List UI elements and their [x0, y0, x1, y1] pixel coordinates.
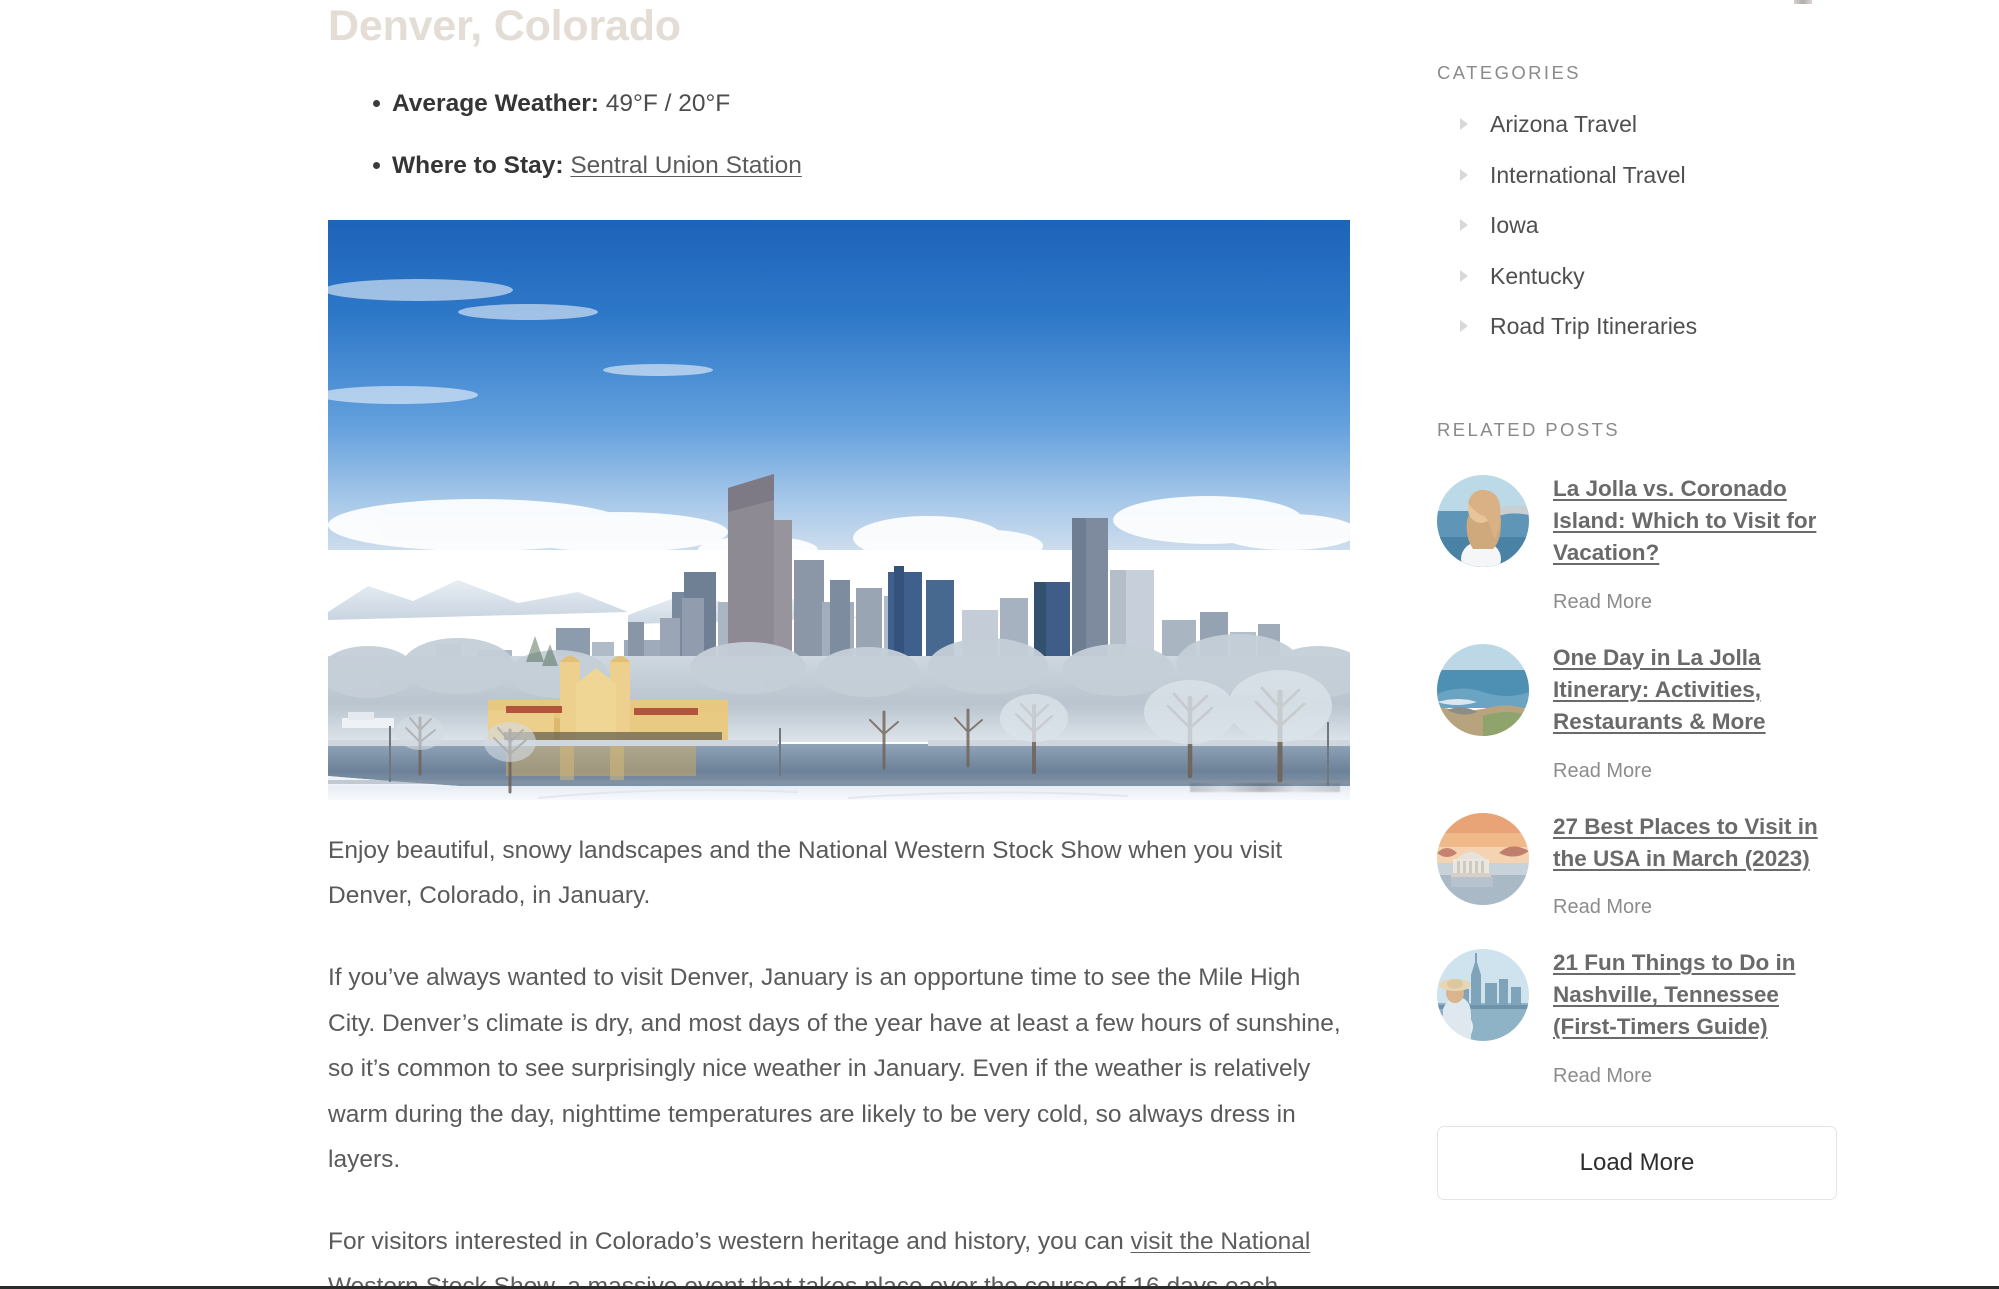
related-post-text: One Day in La Jolla Itinerary: Activitie… [1553, 640, 1847, 783]
read-more-link[interactable]: Read More [1553, 896, 1847, 919]
related-post-thumbnail[interactable] [1437, 643, 1529, 736]
related-post-title-link[interactable]: La Jolla vs. Coronado Island: Which to V… [1553, 476, 1816, 565]
sidebar-item-kentucky[interactable]: Kentucky [1437, 263, 1847, 291]
paragraph-climate: If you’ve always wanted to visit Denver,… [328, 964, 1341, 1174]
sentral-union-station-link[interactable]: Sentral Union Station [570, 152, 802, 179]
category-label: International Travel [1490, 161, 1686, 188]
related-post-text: 27 Best Places to Visit in the USA in Ma… [1553, 809, 1847, 920]
related-post-thumbnail[interactable] [1437, 949, 1529, 1042]
la-jolla-woman-beach-thumb-icon [1437, 474, 1529, 567]
hero-image-figure [328, 219, 1350, 800]
paragraph-stock-show: For visitors interested in Colorado’s we… [328, 1219, 1350, 1289]
load-more-button[interactable]: Load More [1437, 1126, 1837, 1201]
article-page: Denver, Colorado Average Weather: 49°F /… [0, 0, 1999, 1289]
related-post-thumbnail[interactable] [1437, 474, 1529, 567]
read-more-link[interactable]: Read More [1553, 760, 1847, 783]
article-column: Denver, Colorado Average Weather: 49°F /… [328, 0, 1350, 1289]
read-more-link[interactable]: Read More [1553, 1065, 1847, 1088]
related-posts-widget: RELATED POSTS La Jolla vs. Coronado Isla… [1437, 418, 1847, 1201]
categories-list: Arizona Travel International Travel Iowa… [1437, 111, 1847, 341]
fact-label: Average Weather: [392, 89, 599, 117]
fact-item-average-weather: Average Weather: 49°F / 20°F [328, 86, 1350, 122]
nashville-skyline-woman-thumb-icon [1437, 949, 1529, 1042]
article-body: Enjoy beautiful, snowy landscapes and th… [328, 828, 1350, 1289]
related-post-item: One Day in La Jolla Itinerary: Activitie… [1437, 640, 1847, 783]
fact-value: 49°F / 20°F [598, 89, 731, 117]
la-jolla-coastline-thumb-icon [1437, 643, 1529, 736]
sidebar-item-iowa[interactable]: Iowa [1437, 212, 1847, 240]
denver-winter-skyline-photo [328, 219, 1350, 800]
sidebar-item-international-travel[interactable]: International Travel [1437, 162, 1847, 190]
related-post-title-link[interactable]: 27 Best Places to Visit in the USA in Ma… [1553, 814, 1818, 871]
related-post-title-link[interactable]: 21 Fun Things to Do in Nashville, Tennes… [1553, 950, 1795, 1039]
paragraph-text-before: For visitors interested in Colorado’s we… [328, 1227, 1131, 1255]
categories-widget-title: CATEGORIES [1437, 62, 1581, 83]
paragraph-intro: Enjoy beautiful, snowy landscapes and th… [328, 836, 1283, 910]
sidebar-item-arizona-travel[interactable]: Arizona Travel [1437, 111, 1847, 139]
page-title: Denver, Colorado [328, 2, 681, 50]
related-posts-list: La Jolla vs. Coronado Island: Which to V… [1437, 471, 1847, 1088]
read-more-link[interactable]: Read More [1553, 591, 1847, 614]
category-label: Kentucky [1490, 262, 1585, 289]
jefferson-memorial-sunrise-thumb-icon [1437, 812, 1529, 905]
related-posts-widget-title: RELATED POSTS [1437, 418, 1621, 440]
sidebar: CATEGORIES Arizona Travel International … [1437, 0, 1847, 1201]
related-post-item: 21 Fun Things to Do in Nashville, Tennes… [1437, 945, 1847, 1088]
fact-label: Where to Stay: [392, 152, 564, 180]
quick-facts-list: Average Weather: 49°F / 20°F Where to St… [328, 86, 1350, 184]
category-label: Arizona Travel [1490, 111, 1638, 137]
related-post-text: 21 Fun Things to Do in Nashville, Tennes… [1553, 945, 1847, 1088]
related-post-thumbnail[interactable] [1437, 812, 1529, 905]
related-post-text: La Jolla vs. Coronado Island: Which to V… [1553, 471, 1847, 614]
categories-widget: CATEGORIES Arizona Travel International … [1437, 0, 1847, 341]
photo-credit-watermark [1190, 782, 1340, 792]
fact-item-where-to-stay: Where to Stay: Sentral Union Station [328, 148, 1350, 184]
category-label: Road Trip Itineraries [1490, 313, 1698, 340]
sidebar-item-road-trip-itineraries[interactable]: Road Trip Itineraries [1437, 313, 1847, 341]
related-post-item: La Jolla vs. Coronado Island: Which to V… [1437, 471, 1847, 614]
related-post-title-link[interactable]: One Day in La Jolla Itinerary: Activitie… [1553, 645, 1766, 734]
related-post-item: 27 Best Places to Visit in the USA in Ma… [1437, 809, 1847, 920]
category-label: Iowa [1490, 212, 1539, 239]
